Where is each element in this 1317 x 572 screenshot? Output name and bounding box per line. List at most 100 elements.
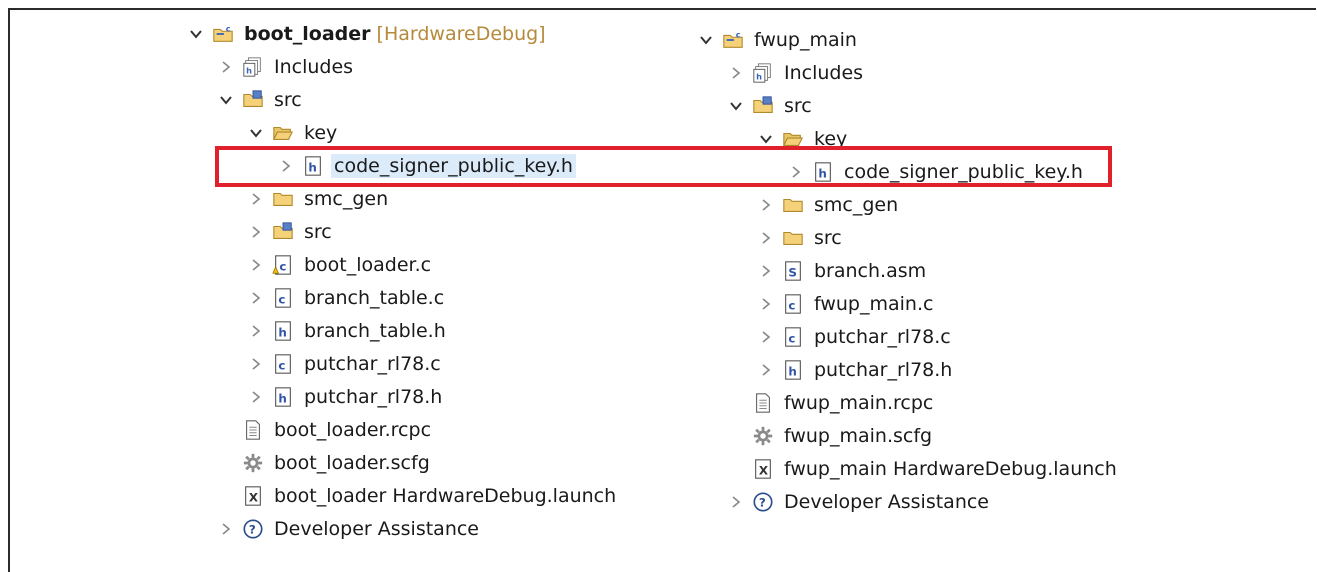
chevron-right-icon[interactable] <box>215 56 237 78</box>
tree-item-label: branch.asm <box>814 260 927 282</box>
chevron-right-icon[interactable] <box>215 518 237 540</box>
tree-item-putchar-rl78-h[interactable]: h putchar_rl78.h <box>245 381 442 413</box>
no-chevron <box>215 452 237 474</box>
tree-item-smc-gen-folder[interactable]: smc_gen <box>755 189 898 221</box>
gear-icon <box>241 451 265 475</box>
tree-item-fwup-main-c[interactable]: c fwup_main.c <box>755 288 933 320</box>
chevron-right-icon[interactable] <box>245 188 267 210</box>
tree-item-label: Includes <box>274 56 354 78</box>
chevron-down-icon[interactable] <box>695 29 717 51</box>
tree-item-fwup-main-launch[interactable]: Xfwup_main HardwareDebug.launch <box>725 453 1117 485</box>
tree-item-label: src <box>814 227 842 249</box>
tree-item-label: fwup_main.rcpc <box>784 392 934 414</box>
tree-item-label: Developer Assistance <box>784 491 990 513</box>
tree-item-src-subfolder[interactable]: src <box>755 222 842 254</box>
c-file-icon: c <box>781 325 805 349</box>
svg-text:c: c <box>736 29 741 39</box>
tree-item-label: putchar_rl78.h <box>814 359 953 381</box>
tree-item-boot-loader-scfg[interactable]: boot_loader.scfg <box>215 447 430 479</box>
text-file-icon <box>241 418 265 442</box>
project-icon: c <box>211 22 235 46</box>
tree-item-src-subfolder[interactable]: src <box>245 216 332 248</box>
svg-text:S: S <box>788 266 797 280</box>
chevron-right-icon[interactable] <box>755 227 777 249</box>
svg-text:c: c <box>226 23 231 33</box>
tree-item-label: putchar_rl78.h <box>304 386 443 408</box>
chevron-down-icon[interactable] <box>215 89 237 111</box>
tree-item-key-folder[interactable]: key <box>245 117 337 149</box>
svg-text:h: h <box>788 365 796 379</box>
tree-item-putchar-rl78-c[interactable]: c putchar_rl78.c <box>755 321 951 353</box>
tree-item-branch-table-c[interactable]: c branch_table.c <box>245 282 444 314</box>
no-chevron <box>215 485 237 507</box>
tree-item-boot-loader-c[interactable]: c boot_loader.c <box>245 249 431 281</box>
chevron-right-icon[interactable] <box>755 194 777 216</box>
header-file-icon: h <box>271 385 295 409</box>
launch-file-icon: X <box>751 457 775 481</box>
svg-text:c: c <box>788 299 795 313</box>
chevron-down-icon[interactable] <box>245 122 267 144</box>
chevron-right-icon[interactable] <box>245 320 267 342</box>
chevron-right-icon[interactable] <box>245 254 267 276</box>
tree-item-boot-loader-launch[interactable]: Xboot_loader HardwareDebug.launch <box>215 480 616 512</box>
includes-icon: h <box>751 61 775 85</box>
tree-item-putchar-rl78-c[interactable]: c putchar_rl78.c <box>245 348 441 380</box>
c-file-warning-icon: c <box>271 253 295 277</box>
tree-item-developer-assistance[interactable]: ? Developer Assistance <box>725 486 989 518</box>
tree-item-putchar-rl78-h[interactable]: h putchar_rl78.h <box>755 354 952 386</box>
chevron-right-icon[interactable] <box>755 359 777 381</box>
tree-item-includes-folder[interactable]: h Includes <box>215 51 353 83</box>
source-folder-icon <box>271 220 295 244</box>
no-chevron <box>725 392 747 414</box>
text-file-icon <box>751 391 775 415</box>
tree-item-fwup-main-rcpc[interactable]: fwup_main.rcpc <box>725 387 933 419</box>
svg-text:h: h <box>246 65 252 75</box>
chevron-right-icon[interactable] <box>755 326 777 348</box>
chevron-right-icon[interactable] <box>245 353 267 375</box>
tree-item-fwup-main-scfg[interactable]: fwup_main.scfg <box>725 420 932 452</box>
header-file-icon: h <box>781 358 805 382</box>
chevron-right-icon[interactable] <box>245 386 267 408</box>
no-chevron <box>215 419 237 441</box>
svg-text:c: c <box>278 359 285 373</box>
includes-icon: h <box>241 55 265 79</box>
tree-item-fwup-main-project[interactable]: c fwup_main <box>695 24 857 56</box>
folder-icon <box>781 193 805 217</box>
tree-item-branch-table-h[interactable]: h branch_table.h <box>245 315 446 347</box>
svg-text:c: c <box>278 293 285 307</box>
source-folder-icon <box>751 94 775 118</box>
help-icon: ? <box>751 490 775 514</box>
tree-item-label: branch_table.c <box>304 287 445 309</box>
tree-item-smc-gen-folder[interactable]: smc_gen <box>245 183 388 215</box>
chevron-right-icon[interactable] <box>725 62 747 84</box>
gear-icon <box>751 424 775 448</box>
chevron-down-icon[interactable] <box>725 95 747 117</box>
asm-file-icon: S <box>781 259 805 283</box>
tree-item-label: key <box>304 122 338 144</box>
chevron-right-icon[interactable] <box>245 221 267 243</box>
chevron-down-icon[interactable] <box>185 23 207 45</box>
tree-item-label: branch_table.h <box>304 320 446 342</box>
tree-item-developer-assistance[interactable]: ? Developer Assistance <box>215 513 479 545</box>
tree-item-branch-asm[interactable]: Sbranch.asm <box>755 255 926 287</box>
chevron-right-icon[interactable] <box>755 293 777 315</box>
tree-item-label: boot_loader HardwareDebug.launch <box>274 485 617 507</box>
chevron-right-icon[interactable] <box>755 260 777 282</box>
tree-item-label: Developer Assistance <box>274 518 480 540</box>
tree-item-includes-folder[interactable]: h Includes <box>725 57 863 89</box>
tree-item-boot-loader-project[interactable]: c boot_loader [HardwareDebug] <box>185 18 546 50</box>
open-folder-icon <box>271 121 295 145</box>
tree-item-src-folder[interactable]: src <box>725 90 812 122</box>
chevron-right-icon[interactable] <box>245 287 267 309</box>
tree-item-label: fwup_main.scfg <box>784 425 933 447</box>
svg-text:c: c <box>788 332 795 346</box>
tree-item-label: src <box>304 221 332 243</box>
tree-item-src-folder[interactable]: src <box>215 84 302 116</box>
tree-item-label: fwup_main HardwareDebug.launch <box>784 458 1117 480</box>
chevron-right-icon[interactable] <box>725 491 747 513</box>
tree-item-label: putchar_rl78.c <box>304 353 441 375</box>
tree-item-boot-loader-rcpc[interactable]: boot_loader.rcpc <box>215 414 431 446</box>
svg-text:?: ? <box>759 496 766 510</box>
tree-item-label: boot_loader.c <box>304 254 432 276</box>
c-file-icon: c <box>271 352 295 376</box>
